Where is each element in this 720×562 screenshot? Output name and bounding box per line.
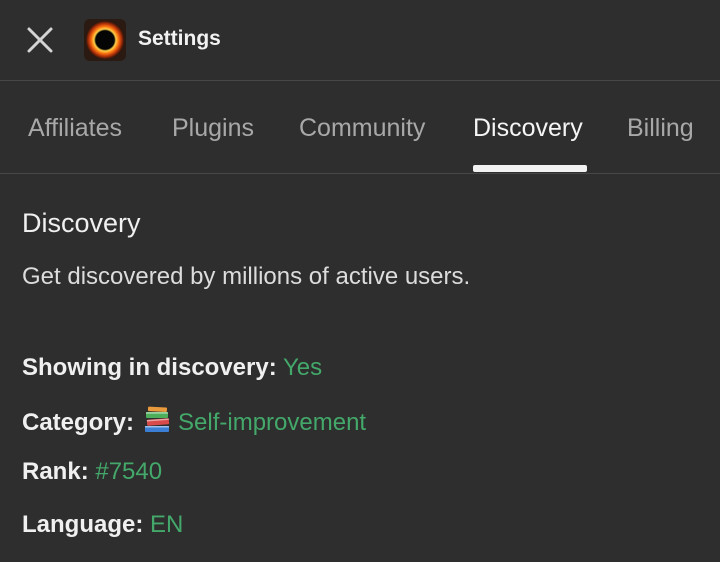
books-icon — [142, 405, 172, 435]
category-label: Category: — [22, 409, 135, 436]
settings-tabs: Affiliates Plugins Community Discovery B… — [0, 82, 720, 174]
language-row: Language: EN — [22, 510, 183, 540]
showing-value: Yes — [282, 354, 323, 381]
section-description: Get discovered by millions of active use… — [22, 263, 471, 290]
close-icon — [27, 27, 53, 53]
fire-ring-logo-icon — [84, 19, 126, 61]
app-logo — [84, 19, 126, 61]
tab-community[interactable]: Community — [299, 112, 425, 144]
rank-row: Rank: #7540 — [22, 457, 162, 487]
showing-in-discovery-row: Showing in discovery: Yes — [22, 353, 322, 383]
category-value: Self-improvement — [178, 409, 367, 436]
section-title: Discovery — [22, 208, 141, 238]
tab-billing[interactable]: Billing — [627, 112, 694, 144]
rank-value: #7540 — [95, 458, 163, 485]
tab-affiliates[interactable]: Affiliates — [28, 112, 122, 144]
rank-label: Rank: — [22, 458, 89, 485]
language-value: EN — [150, 511, 184, 538]
close-button[interactable] — [24, 24, 56, 56]
page-title: Settings — [138, 27, 221, 50]
tab-plugins[interactable]: Plugins — [172, 112, 254, 144]
showing-label: Showing in discovery: — [22, 354, 277, 381]
tab-discovery[interactable]: Discovery — [473, 112, 583, 144]
top-bar: Settings — [0, 0, 720, 81]
active-tab-indicator — [473, 165, 587, 172]
category-row: Category: Self-improvement — [22, 405, 366, 438]
language-label: Language: — [22, 511, 144, 538]
